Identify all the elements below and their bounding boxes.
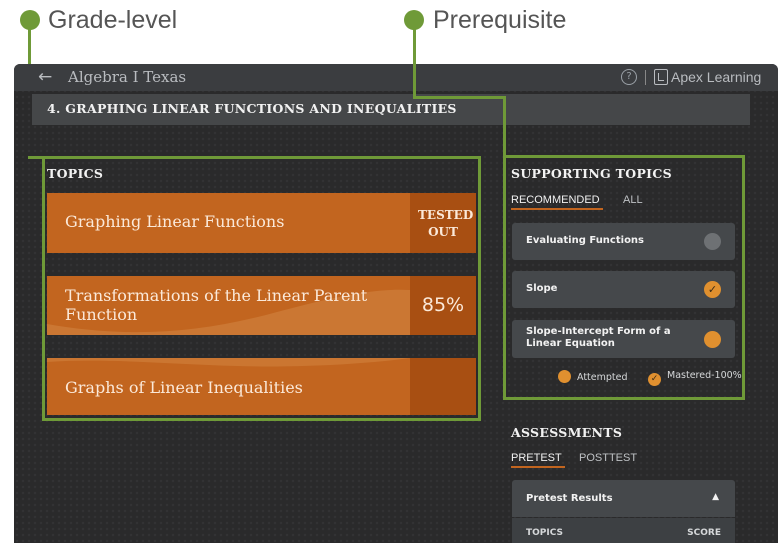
not-started-status-icon [704, 233, 721, 250]
unit-title-bar: 4. GRAPHING LINEAR FUNCTIONS AND INEQUAL… [32, 94, 750, 125]
pretest-results-title: Pretest Results [526, 493, 613, 504]
topic-card[interactable]: Graphs of Linear Inequalities [47, 358, 476, 415]
mastered-legend-icon: ✓ [648, 373, 661, 386]
grade-level-box-left [42, 156, 45, 421]
topic-name: Graphing Linear Functions [65, 212, 285, 231]
topic-status [410, 358, 476, 415]
legend-mastered: ✓ Mastered-100% [648, 370, 742, 386]
mastered-check-icon: ✓ [704, 281, 721, 298]
grade-level-callout-label: Grade-level [48, 6, 178, 34]
supporting-topics-heading: SUPPORTING TOPICS [511, 166, 672, 181]
grade-level-callout-line [28, 156, 478, 159]
brand-name: Apex Learning [671, 69, 762, 85]
tab-all[interactable]: ALL [623, 194, 643, 206]
topic-score: 85% [421, 294, 465, 316]
attempted-legend-icon [558, 370, 571, 383]
supporting-topic-card[interactable]: Slope ✓ [512, 271, 735, 308]
back-arrow-icon[interactable]: ← [38, 67, 52, 87]
column-score: SCORE [687, 528, 721, 538]
prerequisite-box-top [503, 155, 745, 158]
column-topics: TOPICS [526, 528, 563, 538]
topic-card[interactable]: Graphing Linear Functions TESTED OUT [47, 193, 476, 253]
unit-title: 4. GRAPHING LINEAR FUNCTIONS AND INEQUAL… [47, 101, 457, 116]
course-title: Algebra I Texas [68, 68, 187, 86]
legend-attempted: Attempted [558, 370, 628, 383]
legend-mastered-label: Mastered-100% [667, 370, 742, 381]
prerequisite-box-right [742, 155, 745, 400]
help-icon[interactable]: ? [621, 69, 637, 85]
tab-posttest[interactable]: POSTTEST [579, 452, 637, 464]
topic-name: Graphs of Linear Inequalities [65, 378, 303, 397]
supporting-topic-name: Slope [526, 283, 558, 294]
pretest-results-header[interactable]: Pretest Results ▲ [512, 480, 735, 517]
topic-card[interactable]: Transformations of the Linear Parent Fun… [47, 276, 476, 335]
topic-status: 85% [410, 276, 476, 335]
prerequisite-box-left [503, 155, 506, 400]
tab-pretest[interactable]: PRETEST [511, 452, 565, 468]
prerequisite-callout-line [413, 28, 416, 98]
grade-level-box-bottom [42, 418, 481, 421]
prerequisite-callout-label: Prerequisite [433, 6, 567, 34]
supporting-topic-name: Evaluating Functions [526, 235, 645, 246]
tab-recommended[interactable]: RECOMMENDED [511, 194, 603, 210]
supporting-topic-name: Slope-Intercept Form of a Linear Equatio… [526, 326, 671, 349]
topic-name: Transformations of the Linear Parent Fun… [65, 286, 368, 324]
prerequisite-callout-dot [404, 10, 424, 30]
collapse-caret-icon[interactable]: ▲ [712, 492, 719, 502]
grade-level-callout-dot [20, 10, 40, 30]
prerequisite-callout-line [503, 96, 506, 156]
app-window: ← Algebra I Texas ? Apex Learning 4. GRA… [14, 64, 778, 543]
tested-out-label: TESTED OUT [418, 208, 474, 239]
assessments-heading: ASSESSMENTS [511, 425, 623, 440]
pretest-results-columns: TOPICS SCORE [512, 518, 735, 543]
grade-level-box-right [478, 156, 481, 421]
prerequisite-box-bottom [503, 397, 745, 400]
top-bar: ← Algebra I Texas ? Apex Learning [14, 64, 778, 91]
prerequisite-callout-line [413, 96, 506, 99]
supporting-topic-card[interactable]: Evaluating Functions [512, 223, 735, 260]
legend-attempted-label: Attempted [577, 372, 628, 383]
pretest-results-panel: Pretest Results ▲ TOPICS SCORE [512, 480, 735, 543]
topic-status: TESTED OUT [410, 193, 476, 253]
apex-logo-icon [654, 69, 668, 85]
attempted-status-icon [704, 331, 721, 348]
header-divider [645, 70, 646, 85]
topics-heading: TOPICS [47, 166, 104, 181]
supporting-topic-card[interactable]: Slope-Intercept Form of a Linear Equatio… [512, 320, 735, 358]
